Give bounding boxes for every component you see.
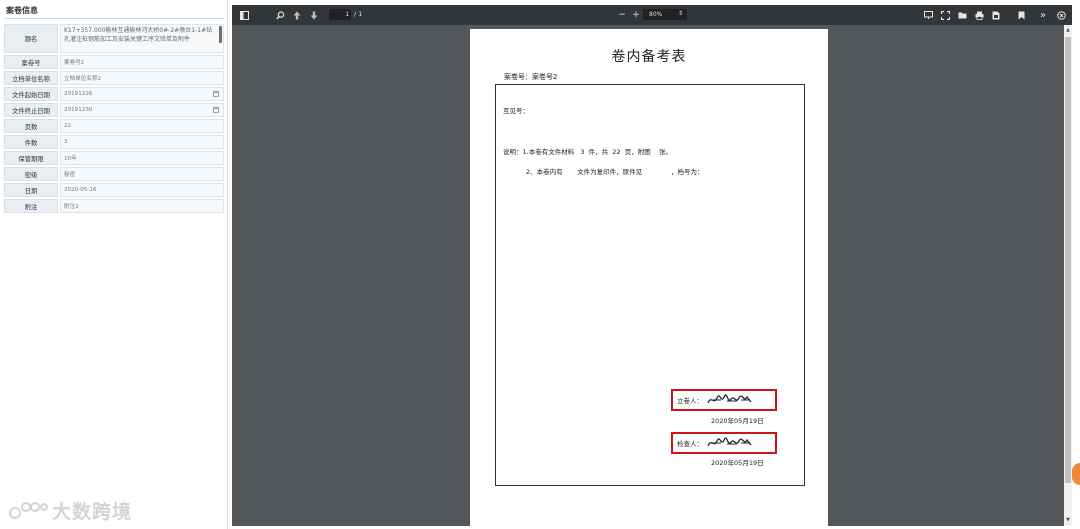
open-file-icon[interactable] <box>956 8 968 22</box>
document-title: 卷内备考表 <box>611 49 687 65</box>
retention-field[interactable]: 10年 <box>60 151 224 165</box>
handwritten-signature-icon <box>707 394 752 404</box>
field-label: 题名 <box>4 24 58 53</box>
checker-date: 2020年05月19日 <box>711 459 764 467</box>
textarea-scrollbar[interactable] <box>219 26 222 43</box>
field-label: 案卷号 <box>4 55 58 69</box>
search-icon[interactable] <box>274 8 286 22</box>
field-label: 文件终止日期 <box>4 103 58 117</box>
field-label: 密级 <box>4 167 58 181</box>
info-table: 题名 K17+357.000榆林互通榆林河大桥0#-2#墩台1-1#钻孔灌注桩钢… <box>4 24 224 215</box>
preparer-signature-box: 立卷人： <box>671 389 777 411</box>
zoom-in-button[interactable]: + <box>630 8 642 22</box>
field-label: 件数 <box>4 135 58 149</box>
date-field[interactable]: 2020-05-16 <box>60 183 224 197</box>
title-textarea[interactable]: K17+357.000榆林互通榆林河大桥0#-2#墩台1-1#钻孔灌注桩钢筋加工… <box>60 24 224 53</box>
panel-title: 案卷信息 <box>6 6 38 15</box>
archive-no-field[interactable]: 案卷号2 <box>60 55 224 69</box>
field-label: 日期 <box>4 183 58 197</box>
field-row-date: 日期 2020-05-16 <box>4 183 224 197</box>
field-label: 页数 <box>4 119 58 133</box>
scroll-down-arrow-icon[interactable]: ▼ <box>1065 517 1071 523</box>
panel-divider <box>4 18 224 19</box>
field-value: K17+357.000榆林互通榆林河大桥0#-2#墩台1-1#钻孔灌注桩钢筋加工… <box>64 27 213 43</box>
field-row-unit: 立档单位名称 立档单位名称2 <box>4 71 224 85</box>
scroll-up-arrow-icon[interactable]: ▲ <box>1065 27 1071 33</box>
preparer-date: 2020年05月19日 <box>711 417 764 425</box>
checker-label: 检查人： <box>677 440 703 448</box>
handwritten-signature-icon <box>707 437 752 447</box>
field-row-items: 件数 3 <box>4 135 224 149</box>
presentation-mode-icon[interactable] <box>922 8 934 22</box>
fullscreen-icon[interactable] <box>939 8 951 22</box>
download-icon[interactable] <box>990 8 1002 22</box>
page-total: / 1 <box>354 10 363 18</box>
zoom-out-button[interactable]: − <box>616 8 628 22</box>
field-row-security: 密级 秘密 <box>4 167 224 181</box>
page-number-input[interactable] <box>329 9 351 20</box>
watermark: 大数跨境 <box>8 497 132 524</box>
field-value: 20191226 <box>64 91 93 97</box>
zoom-select[interactable]: 80% ⇕ <box>643 9 687 20</box>
field-row-end-date: 文件终止日期 20191230 <box>4 103 224 117</box>
calendar-icon[interactable] <box>213 107 219 113</box>
note-line-1: 说明：1.本卷有文件材料 3 件，共 22 页，附图 张。 <box>503 148 672 156</box>
bookmark-icon[interactable] <box>1015 8 1027 22</box>
floating-action-button[interactable] <box>1072 463 1080 485</box>
field-row-pages: 页数 22 <box>4 119 224 133</box>
security-field[interactable]: 秘密 <box>60 167 224 181</box>
field-row-remark: 附注 附注2 <box>4 199 224 213</box>
remarks-box: 互见号： 说明：1.本卷有文件材料 3 件，共 22 页，附图 张。 2、本卷内… <box>495 84 805 486</box>
end-date-field[interactable]: 20191230 <box>60 103 224 117</box>
field-label: 保管期限 <box>4 151 58 165</box>
sidebar-toggle-icon[interactable] <box>238 8 250 22</box>
field-label: 文件起始日期 <box>4 87 58 101</box>
note-line-2: 2、本卷内有 文件为复印件，原件见 ，档号为： <box>526 168 704 176</box>
viewer-toolbar: / 1 − + 80% ⇕ <box>232 5 1072 25</box>
field-row-title: 题名 K17+357.000榆林互通榆林河大桥0#-2#墩台1-1#钻孔灌注桩钢… <box>4 24 224 53</box>
preparer-label: 立卷人： <box>677 397 703 405</box>
field-label: 附注 <box>4 199 58 213</box>
zoom-value: 80% <box>649 11 663 18</box>
pdf-viewer: / 1 − + 80% ⇕ <box>232 5 1072 526</box>
archive-info-panel: 案卷信息 题名 K17+357.000榆林互通榆林河大桥0#-2#墩台1-1#钻… <box>0 0 228 529</box>
cross-reference-line: 互见号： <box>503 107 529 115</box>
field-row-retention: 保管期限 10年 <box>4 151 224 165</box>
field-value: 20191230 <box>64 107 93 113</box>
field-label: 立档单位名称 <box>4 71 58 85</box>
viewer-scrollbar-thumb[interactable] <box>1065 37 1071 483</box>
checker-signature-box: 检查人： <box>671 432 777 454</box>
app-root: 案卷信息 题名 K17+357.000榆林互通榆林河大桥0#-2#墩台1-1#钻… <box>0 0 1080 529</box>
pages-field[interactable]: 22 <box>60 119 224 133</box>
pdf-page: 卷内备考表 案卷号：案卷号2 互见号： 说明：1.本卷有文件材料 3 件，共 2… <box>470 29 828 526</box>
items-field[interactable]: 3 <box>60 135 224 149</box>
start-date-field[interactable]: 20191226 <box>60 87 224 101</box>
field-row-start-date: 文件起始日期 20191226 <box>4 87 224 101</box>
unit-name-field[interactable]: 立档单位名称2 <box>60 71 224 85</box>
watermark-text: 大数跨境 <box>52 501 133 523</box>
archive-number-line: 案卷号：案卷号2 <box>504 73 558 81</box>
next-page-icon[interactable] <box>308 8 320 22</box>
calendar-icon[interactable] <box>213 91 219 97</box>
field-row-archive-no: 案卷号 案卷号2 <box>4 55 224 69</box>
previous-page-icon[interactable] <box>291 8 303 22</box>
watermark-logo-icon <box>9 501 48 519</box>
more-tools-icon[interactable]: » <box>1037 8 1049 22</box>
close-circle-icon[interactable] <box>1055 8 1067 22</box>
print-icon[interactable] <box>973 8 985 22</box>
chevron-updown-icon: ⇕ <box>677 10 683 17</box>
remark-field[interactable]: 附注2 <box>60 199 224 213</box>
